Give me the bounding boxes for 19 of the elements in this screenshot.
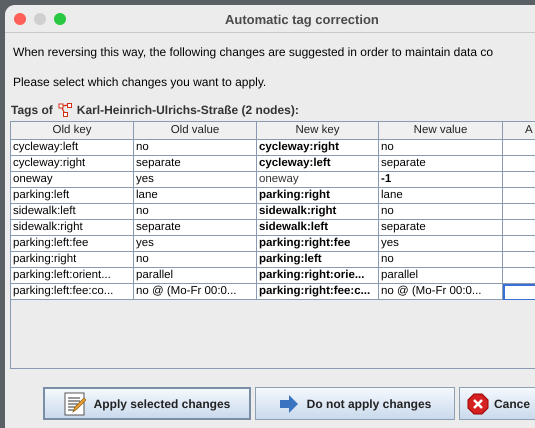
skip-button[interactable]: Do not apply changes: [255, 387, 455, 420]
table-cell: no @ (Mo-Fr 00:0...: [134, 284, 257, 300]
apply-cell[interactable]: [503, 284, 535, 300]
way-icon: [58, 103, 72, 117]
zoom-window-button[interactable]: [54, 12, 66, 24]
object-name: Karl-Heinrich-Ulrichs-Straße (2 nodes):: [76, 102, 299, 118]
table-cell: parking:right:fee:c...: [257, 284, 379, 300]
cancel-icon: [467, 392, 489, 414]
message-text: When reversing this way, the following changes are suggested in order to maintain data co: [13, 44, 494, 60]
prompt-text: Please select which changes you want to apply.: [13, 74, 268, 90]
cancel-button[interactable]: Cance: [459, 387, 535, 420]
arrow-right-icon: [278, 394, 299, 412]
close-window-button[interactable]: [14, 12, 26, 24]
tags-label: Tags of: [11, 102, 53, 118]
notepad-pencil-icon: [64, 392, 86, 416]
table-cell: no @ (Mo-Fr 00:0...: [379, 284, 503, 300]
table-cell: parking:left:fee:co...: [11, 284, 134, 300]
apply-button[interactable]: Apply selected changes: [43, 387, 251, 420]
window-title: Automatic tag correction: [225, 11, 379, 29]
